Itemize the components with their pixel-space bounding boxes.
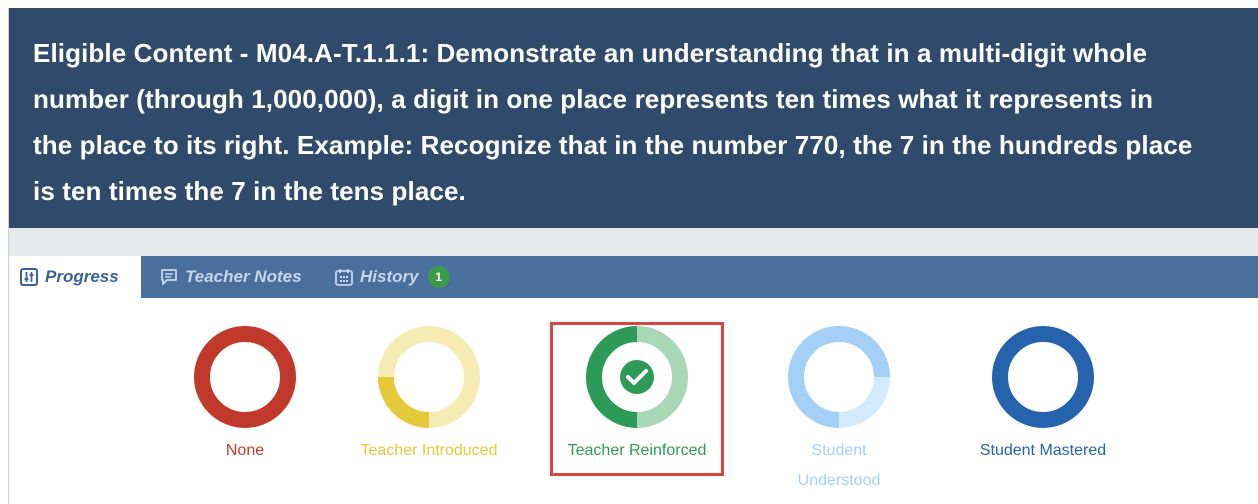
- status-label-line: Student: [811, 442, 867, 459]
- tab-teacher-notes[interactable]: Teacher Notes: [159, 256, 302, 298]
- status-ring-student-understood: [788, 326, 890, 428]
- eligible-content-description: Eligible Content - M04.A-T.1.1.1: Demons…: [33, 30, 1239, 214]
- calendar-icon: [335, 269, 353, 286]
- history-count-badge: 1: [427, 266, 450, 288]
- status-teacher-introduced[interactable]: Teacher Introduced: [339, 322, 519, 466]
- status-label: Student Understood: [749, 436, 929, 496]
- status-label: None: [225, 442, 265, 459]
- description-line: Eligible Content - M04.A-T.1.1.1: Demons…: [33, 38, 1148, 68]
- sliders-icon: [20, 268, 38, 286]
- progress-panel: None Teacher Introduced Teacher Reinforc…: [9, 298, 1258, 504]
- description-line: the place to its right. Example: Recogni…: [33, 130, 1193, 160]
- status-ring-none: [194, 326, 296, 428]
- status-ring-teacher-introduced: [378, 326, 480, 428]
- status-label: Teacher Reinforced: [567, 442, 707, 459]
- status-label: Student Mastered: [979, 442, 1107, 459]
- tab-label: History: [360, 267, 419, 286]
- status-none[interactable]: None: [155, 322, 335, 466]
- tab-label: Progress: [45, 267, 119, 286]
- eligible-content-header: Eligible Content - M04.A-T.1.1.1: Demons…: [9, 8, 1258, 228]
- status-ring-student-mastered: [992, 326, 1094, 428]
- status-label-line: Understood: [797, 472, 881, 489]
- header-spacer: [9, 228, 1258, 256]
- check-icon: [620, 360, 654, 394]
- eligible-content-panel: Eligible Content - M04.A-T.1.1.1: Demons…: [8, 8, 1258, 504]
- tab-label: Teacher Notes: [185, 267, 302, 286]
- comment-icon: [161, 269, 177, 285]
- status-label: Teacher Introduced: [360, 442, 498, 459]
- status-student-understood[interactable]: Student Understood: [749, 322, 929, 496]
- status-student-mastered[interactable]: Student Mastered: [953, 322, 1133, 466]
- status-ring-teacher-reinforced: [586, 326, 688, 428]
- status-teacher-reinforced[interactable]: Teacher Reinforced: [547, 322, 727, 466]
- description-line: is ten times the 7 in the tens place.: [33, 176, 466, 206]
- tab-history[interactable]: History 1: [334, 256, 450, 298]
- tab-progress[interactable]: Progress: [9, 256, 141, 298]
- tab-bar: Progress Teacher Notes History 1: [9, 256, 1258, 298]
- description-line: number (through 1,000,000), a digit in o…: [33, 84, 1154, 114]
